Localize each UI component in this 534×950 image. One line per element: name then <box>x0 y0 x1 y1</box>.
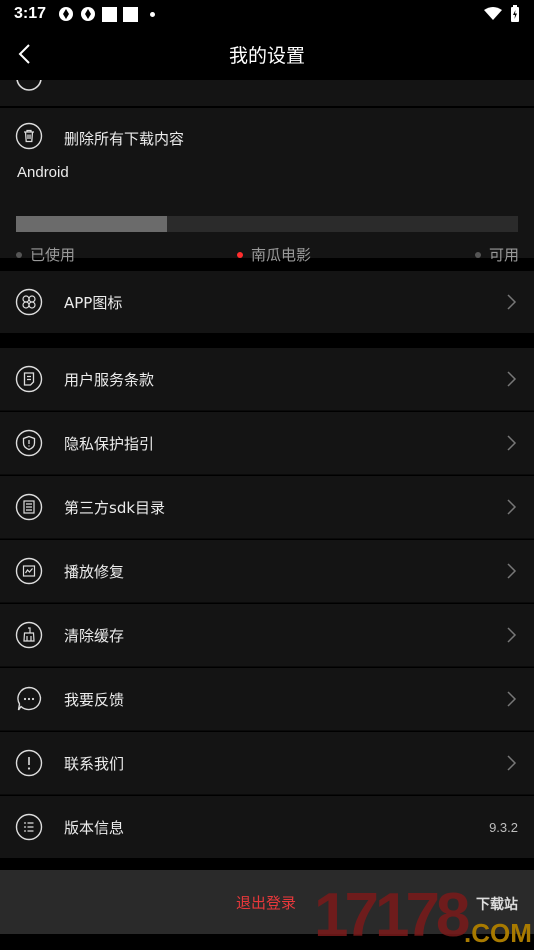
legend-app-label: 南瓜电影 <box>251 246 312 264</box>
settings-list[interactable]: 删除所有下载内容 Android 已使用 南瓜电影 可用 APP图标 用户服务条… <box>0 80 534 870</box>
watermark-domain: .COM <box>464 918 532 948</box>
storage-used-fill <box>16 216 167 232</box>
chat-icon <box>17 686 42 711</box>
status-notification-icons <box>58 6 156 22</box>
legend-free-label: 可用 <box>489 246 520 264</box>
delete-downloads-row[interactable]: 删除所有下载内容 <box>0 108 534 164</box>
legend-dot-red <box>237 251 243 258</box>
square-notification-icon <box>123 6 139 22</box>
divider <box>0 474 534 475</box>
legend-free: 可用 <box>475 244 519 265</box>
row-label: 第三方sdk目录 <box>64 498 166 517</box>
battery-icon <box>511 5 519 22</box>
square-notification-icon <box>102 6 118 22</box>
contact-us-row[interactable]: 联系我们 <box>0 732 534 794</box>
chevron-right-icon <box>507 755 517 771</box>
feedback-row[interactable]: 我要反馈 <box>0 668 534 730</box>
chevron-right-icon <box>507 627 517 643</box>
storage-section: 删除所有下载内容 Android 已使用 南瓜电影 可用 <box>0 108 534 264</box>
playback-repair-row[interactable]: 播放修复 <box>0 540 534 602</box>
info-list-icon <box>15 813 43 841</box>
legend-dot <box>16 251 22 258</box>
row-label: 联系我们 <box>64 754 125 773</box>
app-notification-icon <box>59 7 74 21</box>
version-value: 9.3.2 <box>489 819 518 835</box>
watermark-number: 17178 <box>314 881 470 950</box>
wifi-icon <box>484 7 502 20</box>
legend-app: 南瓜电影 <box>237 244 311 265</box>
trash-icon <box>15 122 43 150</box>
version-info-row[interactable]: 版本信息 9.3.2 <box>0 796 534 858</box>
sdk-list-row[interactable]: 第三方sdk目录 <box>0 476 534 538</box>
row-label: 用户服务条款 <box>64 370 155 389</box>
app-icon-row[interactable]: APP图标 <box>0 271 534 333</box>
app-header: 我的设置 <box>0 28 534 80</box>
broom-icon <box>15 621 43 649</box>
back-arrow-icon[interactable] <box>12 40 40 68</box>
dot-icon <box>150 11 156 17</box>
logout-button[interactable]: 退出登录 <box>236 892 296 913</box>
document-icon <box>15 365 43 393</box>
divider <box>0 410 534 411</box>
divider <box>0 666 534 667</box>
row-label: APP图标 <box>64 293 123 312</box>
legend-used: 已使用 <box>16 244 75 265</box>
partial-row-icon <box>16 80 42 91</box>
user-terms-row[interactable]: 用户服务条款 <box>0 348 534 410</box>
storage-usage-bar <box>16 216 518 232</box>
chevron-right-icon <box>507 691 517 707</box>
divider <box>0 538 534 539</box>
chevron-right-icon <box>507 563 517 579</box>
row-label: 我要反馈 <box>64 690 125 709</box>
legend-used-label: 已使用 <box>30 246 76 264</box>
repair-icon <box>15 557 43 585</box>
privacy-row[interactable]: 隐私保护指引 <box>0 412 534 474</box>
alert-icon <box>15 749 43 777</box>
page-title: 我的设置 <box>228 44 305 67</box>
row-label: 隐私保护指引 <box>64 434 155 453</box>
chevron-right-icon <box>507 294 517 310</box>
delete-downloads-label: 删除所有下载内容 <box>64 130 185 148</box>
divider <box>0 602 534 603</box>
chevron-right-icon <box>507 499 517 515</box>
row-label: 播放修复 <box>64 562 125 581</box>
list-icon <box>15 493 43 521</box>
chevron-right-icon <box>507 435 517 451</box>
clear-cache-row[interactable]: 清除缓存 <box>0 604 534 666</box>
row-label: 清除缓存 <box>64 626 125 645</box>
site-watermark: 17178 下载站 .COM <box>314 880 534 950</box>
shield-icon <box>15 429 43 457</box>
status-time: 3:17 <box>14 5 47 22</box>
app-notification-icon <box>81 7 96 21</box>
app-grid-icon <box>15 288 43 316</box>
partial-hidden-row[interactable] <box>0 80 534 106</box>
row-label: 版本信息 <box>64 818 125 837</box>
legend-dot <box>475 251 481 258</box>
storage-device-label: Android <box>17 164 69 181</box>
divider <box>0 794 534 795</box>
divider <box>0 730 534 731</box>
status-bar: 3:17 <box>0 0 534 28</box>
watermark-text: 下载站 <box>476 897 518 913</box>
chevron-right-icon <box>507 371 517 387</box>
